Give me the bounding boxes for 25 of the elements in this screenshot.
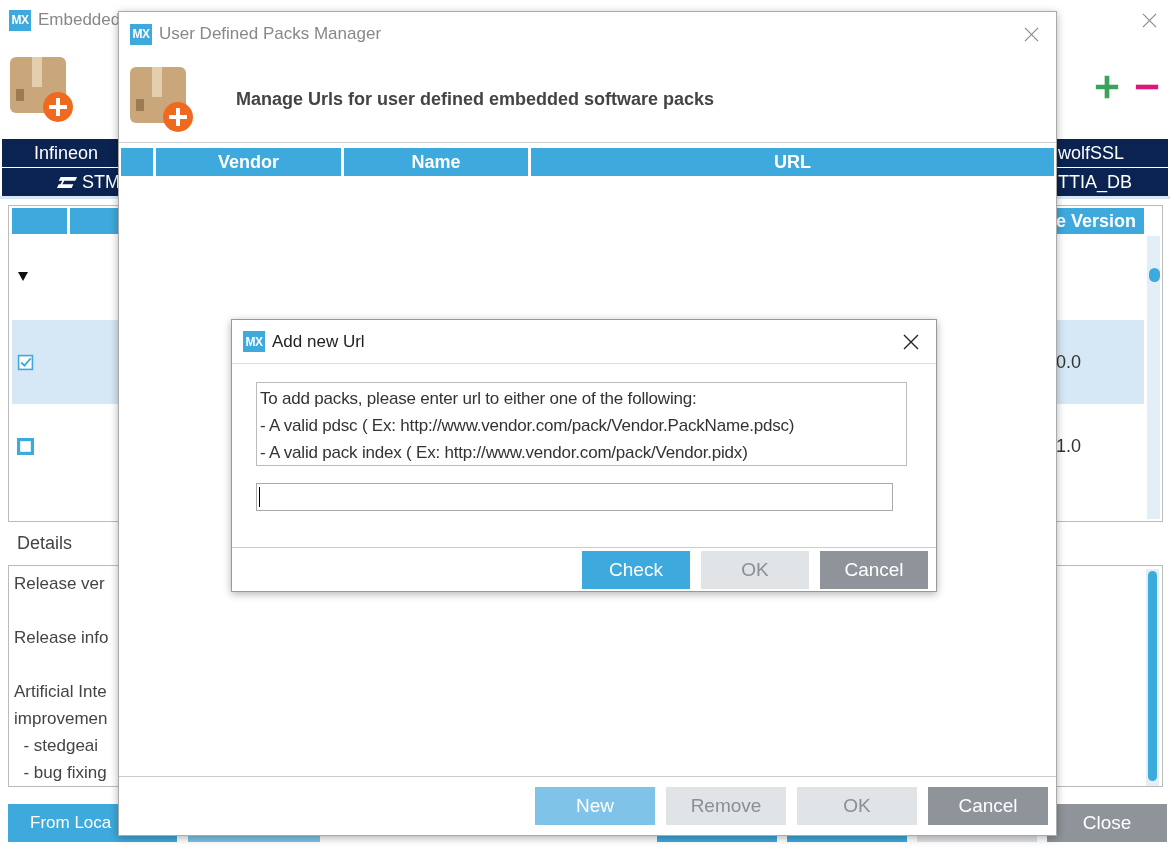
- app-logo: MX: [130, 23, 152, 45]
- info-text: - A valid pdsc ( Ex: http://www.vendor.com/pack/Vendor.PackName.pdsc): [260, 415, 796, 437]
- column-header: Vendor: [156, 148, 341, 176]
- vendor-name: Infineon: [32, 142, 100, 164]
- details-text: improvemen: [14, 709, 109, 730]
- info-text: To add packs, please enter url to either one of the following:: [260, 388, 698, 410]
- info-text: - A valid pack index ( Ex: http://www.vendor.com/pack/Vendor.pidx): [260, 442, 749, 464]
- app-logo: MX: [243, 331, 265, 352]
- window-title: User Defined Packs Manager: [159, 24, 382, 44]
- details-text: Release ver: [14, 574, 106, 595]
- version-cell-text: 1.0: [1056, 435, 1083, 457]
- details-text: Artificial Inte: [14, 682, 108, 703]
- column-header: Name: [344, 148, 528, 176]
- app-logo: MX: [9, 9, 31, 31]
- details-text: - stedgeai: [22, 736, 100, 757]
- column-header: URL: [531, 148, 1054, 176]
- version-cell-text: 0.0: [1056, 351, 1083, 373]
- window-title: Add new Url: [272, 331, 365, 352]
- details-text: Release info: [14, 628, 110, 649]
- section-label: Details: [16, 532, 74, 555]
- details-text: - bug fixing: [22, 763, 108, 784]
- vendor-name: TTIA_DB: [1058, 171, 1133, 193]
- window-title: Embedded: [38, 10, 121, 30]
- vendor-name: wolfSSL: [1058, 142, 1126, 164]
- dialog-heading: Manage Urls for user defined embedded software packs: [236, 88, 715, 110]
